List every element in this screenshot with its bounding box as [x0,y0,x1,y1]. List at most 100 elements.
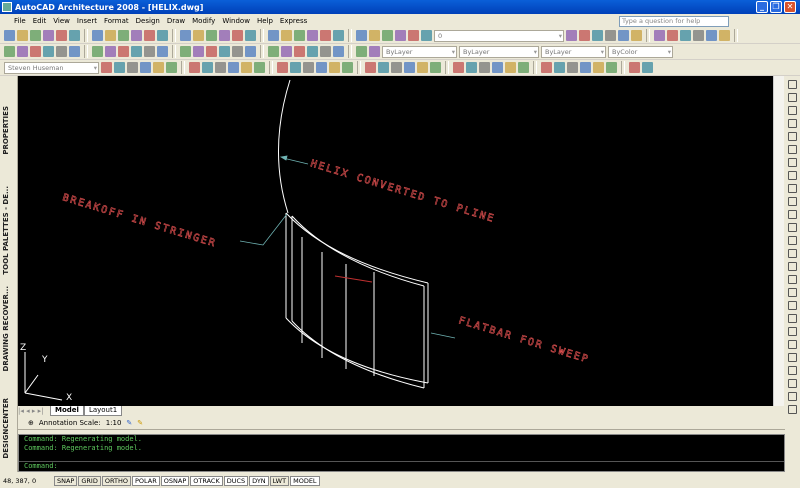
zoom-tool-icon[interactable] [706,30,717,41]
zoom-tool-icon[interactable] [618,30,629,41]
toolbar-tool-icon[interactable] [307,30,318,41]
workspace-tool-icon[interactable] [466,62,477,73]
draw-tool-icon[interactable] [320,46,331,57]
toolbar-tool-icon[interactable] [421,30,432,41]
workspace-tool-icon[interactable] [567,62,578,73]
toolbar-tool-icon[interactable] [232,30,243,41]
draw-tool-icon[interactable] [356,46,367,57]
draw-tool-icon[interactable] [245,46,256,57]
toolbar-tool-icon[interactable] [118,30,129,41]
toolbar-tool-icon[interactable] [369,30,380,41]
draw-tool-icon[interactable] [333,46,344,57]
modify-tool-icon[interactable] [788,327,797,336]
modify-tool-icon[interactable] [788,132,797,141]
modify-tool-icon[interactable] [788,288,797,297]
toolbar-tool-icon[interactable] [180,30,191,41]
workspace-tool-icon[interactable] [378,62,389,73]
modify-tool-icon[interactable] [788,301,797,310]
flatbar-sweep[interactable] [285,212,429,389]
workspace-tool-icon[interactable] [303,62,314,73]
draw-tool-icon[interactable] [69,46,80,57]
zoom-tool-icon[interactable] [579,30,590,41]
close-button[interactable]: ✕ [784,1,796,13]
toolbar-tool-icon[interactable] [144,30,155,41]
modify-tool-icon[interactable] [788,106,797,115]
workspace-tool-icon[interactable] [479,62,490,73]
menu-design[interactable]: Design [136,17,160,25]
workspace-tool-icon[interactable] [189,62,200,73]
toolbar-tool-icon[interactable] [92,30,103,41]
draw-tool-icon[interactable] [105,46,116,57]
zoom-tool-icon[interactable] [631,30,642,41]
workspace-tool-icon[interactable] [153,62,164,73]
workspace-tool-icon[interactable] [505,62,516,73]
toolbar-tool-icon[interactable] [157,30,168,41]
draw-tool-icon[interactable] [307,46,318,57]
toolbar-tool-icon[interactable] [408,30,419,41]
status-toggle-snap[interactable]: SNAP [54,476,78,486]
workspace-tool-icon[interactable] [166,62,177,73]
menu-view[interactable]: View [53,17,70,25]
modify-tool-icon[interactable] [788,379,797,388]
tool-palettes-tab[interactable]: TOOL PALETTES - DE... [2,186,10,275]
workspace-tool-icon[interactable] [342,62,353,73]
maximize-button[interactable]: ❐ [770,1,782,13]
modify-tool-icon[interactable] [788,353,797,362]
toolbar-tool-icon[interactable] [131,30,142,41]
modify-tool-icon[interactable] [788,93,797,102]
zoom-tool-icon[interactable] [605,30,616,41]
workspace-tool-icon[interactable] [391,62,402,73]
modify-tool-icon[interactable] [788,262,797,271]
workspace-tool-icon[interactable] [254,62,265,73]
modify-tool-icon[interactable] [788,145,797,154]
menu-express[interactable]: Express [280,17,307,25]
draw-tool-icon[interactable] [157,46,168,57]
toolbar-tool-icon[interactable] [43,30,54,41]
draw-tool-icon[interactable] [118,46,129,57]
draw-tool-icon[interactable] [43,46,54,57]
lineweight-select[interactable]: ByLayer [541,45,606,58]
status-toggle-model[interactable]: MODEL [290,476,320,486]
linetype-select[interactable]: ByLayer [459,45,539,58]
modify-tool-icon[interactable] [788,80,797,89]
draw-tool-icon[interactable] [17,46,28,57]
toolbar-tool-icon[interactable] [4,30,15,41]
help-search-input[interactable]: Type a question for help [619,16,729,27]
draw-tool-icon[interactable] [30,46,41,57]
status-toggle-ducs[interactable]: DUCS [223,476,249,486]
toolbar-tool-icon[interactable] [294,30,305,41]
modify-tool-icon[interactable] [788,223,797,232]
workspace-tool-icon[interactable] [228,62,239,73]
annotation-autoscale-icon[interactable]: ✎ [137,419,143,427]
toolbar-tool-icon[interactable] [281,30,292,41]
modify-tool-icon[interactable] [788,236,797,245]
draw-tool-icon[interactable] [206,46,217,57]
menu-draw[interactable]: Draw [167,17,185,25]
annotation-scale-select[interactable]: 1:10 [106,419,122,427]
workspace-tool-icon[interactable] [554,62,565,73]
draw-tool-icon[interactable] [131,46,142,57]
modify-tool-icon[interactable] [788,366,797,375]
modify-tool-icon[interactable] [788,210,797,219]
toolbar-tool-icon[interactable] [206,30,217,41]
zoom-tool-icon[interactable] [667,30,678,41]
menu-file[interactable]: File [14,17,26,25]
helix-polyline[interactable] [278,79,291,214]
status-toggle-ortho[interactable]: ORTHO [101,476,131,486]
draw-tool-icon[interactable] [144,46,155,57]
workspace-tool-icon[interactable] [365,62,376,73]
toolbar-tool-icon[interactable] [17,30,28,41]
draw-tool-icon[interactable] [268,46,279,57]
draw-tool-icon[interactable] [281,46,292,57]
menu-edit[interactable]: Edit [33,17,47,25]
status-toggle-dyn[interactable]: DYN [249,476,269,486]
workspace-tool-icon[interactable] [417,62,428,73]
draw-tool-icon[interactable] [56,46,67,57]
workspace-tool-icon[interactable] [329,62,340,73]
draw-tool-icon[interactable] [193,46,204,57]
toolbar-tool-icon[interactable] [56,30,67,41]
menu-insert[interactable]: Insert [77,17,97,25]
workspace-tool-icon[interactable] [114,62,125,73]
workspace-tool-icon[interactable] [101,62,112,73]
workspace-tool-icon[interactable] [629,62,640,73]
